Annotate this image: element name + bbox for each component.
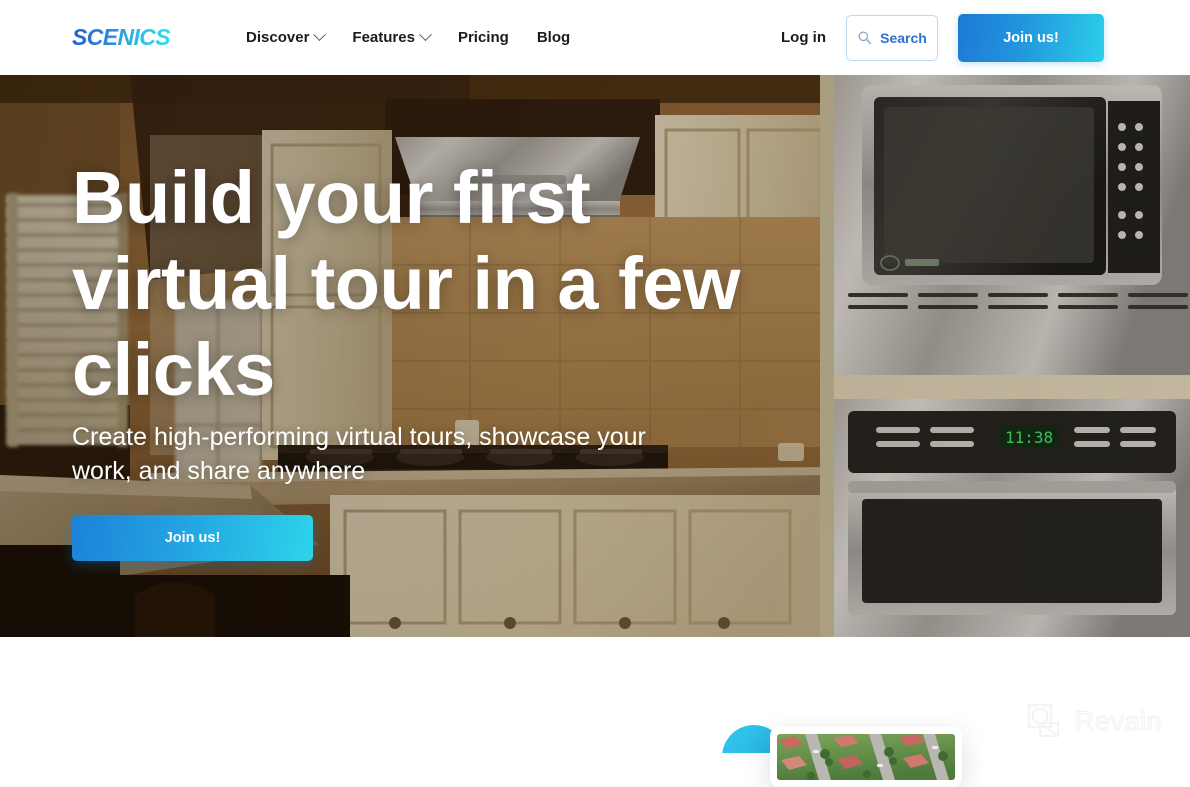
revain-watermark: Revain	[1027, 703, 1162, 739]
primary-navigation: Discover Features Pricing Blog	[246, 29, 570, 46]
brand-logo[interactable]: SCENICS	[72, 24, 170, 51]
nav-item-blog-label: Blog	[537, 29, 570, 46]
nav-item-features-label: Features	[352, 29, 415, 46]
nav-item-pricing[interactable]: Pricing	[458, 29, 509, 46]
site-header: SCENICS Discover Features Pricing Blog L…	[0, 0, 1190, 75]
tour-preview-card[interactable]	[770, 727, 962, 787]
search-icon	[857, 30, 872, 45]
nav-item-pricing-label: Pricing	[458, 29, 509, 46]
hero-section: 11:38 Build your first virtual tour in a…	[0, 75, 1190, 637]
hero-content: Build your first virtual tour in a few c…	[72, 75, 792, 637]
hero-join-us-button[interactable]: Join us!	[72, 515, 313, 561]
showcase-section	[0, 637, 1190, 753]
chevron-down-icon	[419, 28, 432, 41]
nav-item-features[interactable]: Features	[352, 29, 430, 46]
hero-subtitle: Create high-performing virtual tours, sh…	[72, 420, 712, 488]
hero-title: Build your first virtual tour in a few c…	[72, 155, 772, 413]
revain-logo-icon	[1027, 703, 1063, 739]
chevron-down-icon	[314, 28, 327, 41]
join-us-button[interactable]: Join us!	[958, 14, 1104, 62]
search-button[interactable]: Search	[846, 15, 938, 61]
nav-item-blog[interactable]: Blog	[537, 29, 570, 46]
nav-item-discover-label: Discover	[246, 29, 309, 46]
search-button-label: Search	[880, 30, 927, 46]
nav-item-discover[interactable]: Discover	[246, 29, 324, 46]
revain-watermark-label: Revain	[1075, 706, 1162, 737]
header-actions: Log in Search Join us!	[781, 14, 1104, 62]
tour-preview-image	[777, 734, 955, 780]
login-link[interactable]: Log in	[781, 29, 826, 46]
